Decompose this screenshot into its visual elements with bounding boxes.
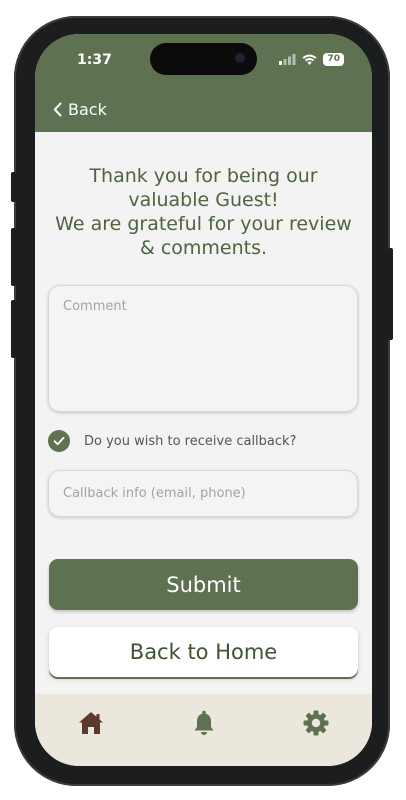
- checkmark-icon: [53, 436, 65, 446]
- back-label: Back: [68, 100, 107, 119]
- home-icon: [79, 712, 103, 734]
- callback-question: Do you wish to receive callback?: [84, 433, 297, 449]
- comment-textarea[interactable]: Comment: [48, 285, 358, 412]
- submit-button[interactable]: Submit: [49, 559, 358, 610]
- back-button[interactable]: Back: [53, 100, 107, 119]
- tab-home[interactable]: [76, 708, 106, 738]
- gear-icon: [303, 710, 329, 736]
- bell-icon: [194, 710, 214, 735]
- status-time: 1:37: [77, 52, 112, 68]
- app-screen: 1:37 70 Back Thank you for being our val…: [35, 34, 372, 766]
- volume-down-button: [11, 300, 16, 358]
- thank-you-line-2: valuable Guest!: [128, 189, 279, 211]
- bottom-tab-bar: [35, 694, 372, 766]
- back-to-home-button[interactable]: Back to Home: [49, 627, 358, 677]
- wifi-icon: [302, 54, 317, 65]
- callback-checkbox-row[interactable]: Do you wish to receive callback?: [48, 430, 296, 452]
- callback-info-input[interactable]: Callback info (email, phone): [48, 470, 358, 517]
- cellular-signal-icon: [279, 54, 296, 65]
- callback-info-placeholder: Callback info (email, phone): [63, 486, 246, 501]
- camera-icon: [235, 53, 245, 63]
- thank-you-line-1: Thank you for being our: [89, 165, 318, 187]
- thank-you-message: Thank you for being our valuable Guest! …: [45, 164, 362, 260]
- back-to-home-label: Back to Home: [129, 640, 278, 664]
- power-button: [388, 248, 393, 340]
- comment-placeholder: Comment: [63, 299, 127, 314]
- dynamic-island: [150, 43, 257, 75]
- battery-indicator: 70: [323, 53, 344, 66]
- tab-settings[interactable]: [301, 708, 331, 738]
- callback-checkbox[interactable]: [48, 430, 70, 452]
- action-button: [11, 172, 16, 202]
- tab-notifications[interactable]: [189, 708, 219, 738]
- chevron-left-icon: [53, 102, 62, 117]
- thank-you-line-3: We are grateful for your review: [55, 213, 352, 235]
- thank-you-line-4: & comments.: [139, 237, 268, 259]
- status-indicators: 70: [279, 53, 344, 66]
- volume-up-button: [11, 228, 16, 286]
- submit-label: Submit: [166, 572, 241, 597]
- app-header: 1:37 70 Back: [35, 34, 372, 132]
